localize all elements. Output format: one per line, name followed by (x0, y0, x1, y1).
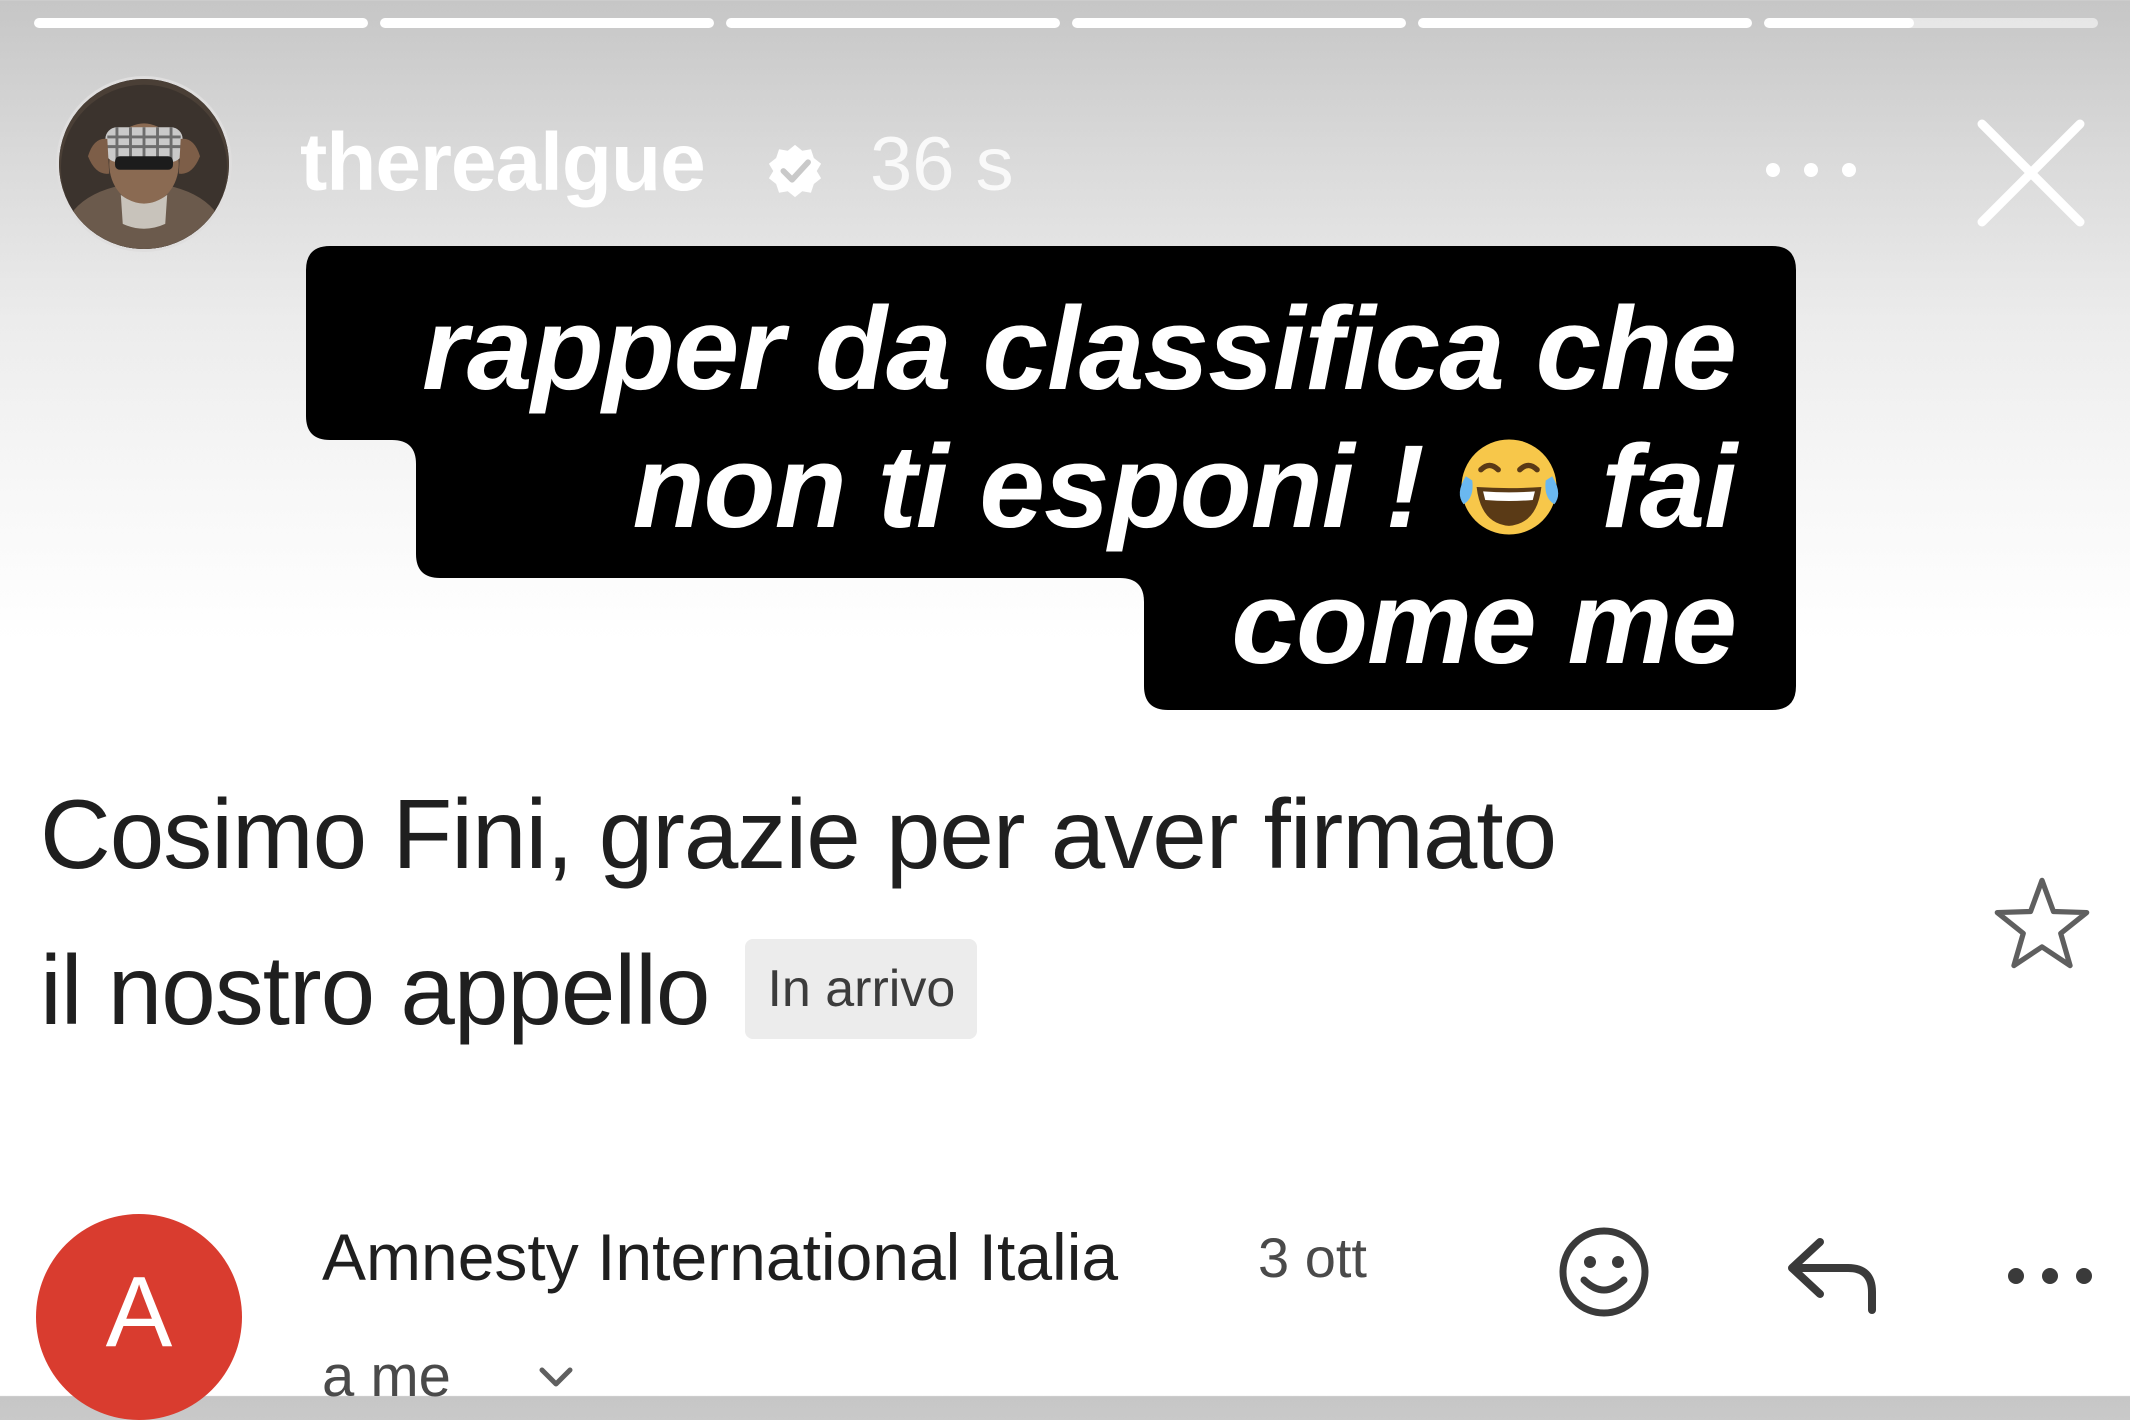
recipient-label[interactable]: a me (322, 1348, 451, 1406)
star-outline-icon[interactable] (1990, 872, 2094, 976)
story-progress-segment (726, 18, 1060, 28)
inbox-label-badge[interactable]: In arrivo (745, 939, 978, 1039)
sticker-line-3: come me (1231, 557, 1737, 689)
story-progress-segment (34, 18, 368, 28)
verified-badge-icon (768, 144, 822, 198)
face-with-tears-of-joy-icon (1460, 439, 1559, 535)
story-progress-fill (1764, 18, 1915, 28)
sticker-line-2-end: fai (1601, 421, 1737, 553)
chevron-down-icon[interactable] (534, 1356, 578, 1396)
story-progress-segment (1764, 18, 2098, 28)
sticker-line-2: non ti esponi ! fai (632, 428, 1737, 546)
email-subject-line-2: il nostro appello (40, 935, 710, 1045)
email-subject: Cosimo Fini, grazie per aver firmato il … (40, 756, 1920, 1068)
story-progress-fill (34, 18, 368, 28)
profile-photo (59, 79, 229, 249)
story-progress-segment (1072, 18, 1406, 28)
story-username[interactable]: therealgue (300, 122, 706, 204)
smiley-icon[interactable] (1556, 1224, 1652, 1320)
sticker-line-2-text: non ti esponi ! (632, 421, 1424, 553)
sticker-line-1: rapper da classifica che (421, 283, 1737, 415)
email-more-options-icon[interactable] (2008, 1264, 2092, 1288)
reply-icon[interactable] (1782, 1232, 1882, 1316)
email-subject-line-1: Cosimo Fini, grazie per aver firmato (40, 779, 1557, 889)
story-progress-fill (1418, 18, 1752, 28)
story-more-options-icon[interactable] (1766, 150, 1856, 190)
story-timestamp: 36 s (870, 122, 1014, 207)
sender-name[interactable]: Amnesty International Italia (322, 1224, 1118, 1290)
close-icon[interactable] (1972, 114, 2090, 232)
sender-avatar[interactable]: A (36, 1214, 242, 1420)
story-progress-segment (380, 18, 714, 28)
story-progress-segment (1418, 18, 1752, 28)
story-progress-fill (380, 18, 714, 28)
story-progress-fill (1072, 18, 1406, 28)
story-progress-fill (726, 18, 1060, 28)
profile-avatar[interactable] (56, 76, 232, 252)
story-text-sticker: rapper da classifica che non ti esponi !… (306, 246, 1796, 710)
story-progress-bar (34, 18, 2098, 28)
email-date: 3 ott (1258, 1226, 1367, 1289)
